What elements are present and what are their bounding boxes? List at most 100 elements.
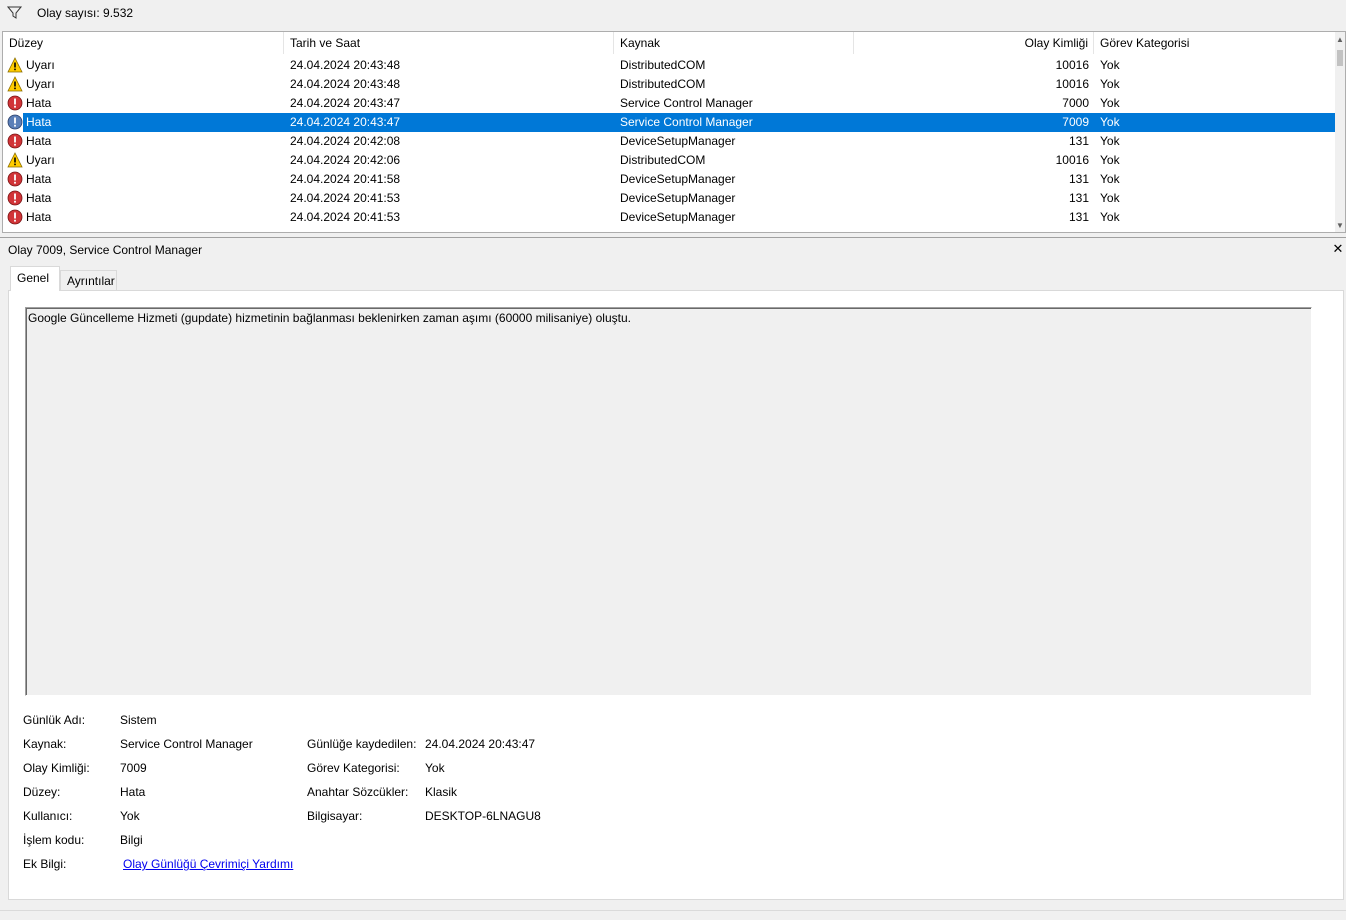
- cell-event-id: 10016: [1055, 58, 1089, 72]
- logged-value: 24.04.2024 20:43:47: [425, 737, 536, 751]
- cell-event-id: 7009: [1062, 115, 1089, 129]
- cell-source: DeviceSetupManager: [620, 172, 736, 186]
- cell-category: Yok: [1100, 134, 1120, 148]
- warning-icon: [7, 57, 23, 73]
- more-info-label: Ek Bilgi:: [23, 857, 67, 871]
- table-row[interactable]: Hata 24.04.2024 20:43:47 Service Control M…: [3, 113, 1337, 132]
- warning-icon: [7, 152, 23, 168]
- event-message: Google Güncelleme Hizmeti (gupdate) hizm…: [28, 311, 631, 325]
- column-header-event-id[interactable]: Olay Kimliği: [854, 32, 1094, 54]
- message-box[interactable]: [25, 307, 1312, 696]
- scroll-up-icon[interactable]: ▲: [1336, 36, 1344, 44]
- table-row[interactable]: Uyarı 24.04.2024 20:43:48 DistributedCOM 10…: [3, 56, 1337, 75]
- tab-general[interactable]: Genel: [10, 266, 60, 291]
- cell-source: DistributedCOM: [620, 58, 706, 72]
- cell-level: Uyarı: [26, 58, 55, 72]
- error-icon: [7, 114, 23, 130]
- warning-icon: [7, 76, 23, 92]
- cell-source: Service Control Manager: [620, 115, 753, 129]
- cell-date: 24.04.2024 20:43:47: [290, 115, 401, 129]
- cell-event-id: 131: [1068, 210, 1089, 224]
- cell-level: Uyarı: [26, 77, 55, 91]
- cell-date: 24.04.2024 20:41:58: [290, 172, 401, 186]
- cell-level: Hata: [26, 115, 52, 129]
- close-icon[interactable]: ✕: [1332, 242, 1344, 256]
- error-icon: [7, 133, 23, 149]
- cell-category: Yok: [1100, 191, 1120, 205]
- event-id-value: 7009: [120, 761, 147, 775]
- error-icon: [7, 95, 23, 111]
- table-row[interactable]: Hata 24.04.2024 20:42:08 DeviceSetupManage…: [3, 132, 1337, 151]
- error-icon: [7, 171, 23, 187]
- cell-level: Uyarı: [26, 153, 55, 167]
- scroll-down-icon[interactable]: ▼: [1336, 222, 1344, 230]
- computer-value: DESKTOP-6LNAGU8: [425, 809, 541, 823]
- cell-event-id: 10016: [1055, 77, 1089, 91]
- cell-source: DeviceSetupManager: [620, 191, 736, 205]
- cell-date: 24.04.2024 20:43:47: [290, 96, 401, 110]
- event-count: Olay sayısı: 9.532: [37, 6, 134, 20]
- cell-level: Hata: [26, 172, 52, 186]
- column-header-task-category[interactable]: Görev Kategorisi: [1094, 32, 1337, 54]
- table-row[interactable]: Hata 24.04.2024 20:41:53 DeviceSetupManage…: [3, 208, 1337, 227]
- cell-event-id: 7000: [1062, 96, 1089, 110]
- cell-event-id: 10016: [1055, 153, 1089, 167]
- scroll-thumb[interactable]: [1337, 50, 1343, 66]
- cell-category: Yok: [1100, 153, 1120, 167]
- cell-date: 24.04.2024 20:43:48: [290, 58, 401, 72]
- column-header-level[interactable]: Düzey: [3, 32, 284, 54]
- cell-source: DeviceSetupManager: [620, 210, 736, 224]
- cell-category: Yok: [1100, 115, 1120, 129]
- status-bar: [0, 910, 1346, 920]
- list-header: Düzey Tarih ve Saat Kaynak Olay Kimliği …: [3, 32, 1337, 54]
- source-value: Service Control Manager: [120, 737, 253, 751]
- task-category-label: Görev Kategorisi:: [307, 761, 400, 775]
- online-help-link[interactable]: Olay Günlüğü Çevrimiçi Yardımı: [123, 857, 293, 871]
- level-label: Düzey:: [23, 785, 61, 799]
- filter-icon[interactable]: [6, 5, 23, 21]
- cell-category: Yok: [1100, 96, 1120, 110]
- cell-date: 24.04.2024 20:41:53: [290, 210, 401, 224]
- error-icon: [7, 190, 23, 206]
- cell-category: Yok: [1100, 210, 1120, 224]
- logged-label: Günlüğe kaydedilen:: [307, 737, 417, 751]
- table-row[interactable]: Hata 24.04.2024 20:41:53 DeviceSetupManage…: [3, 189, 1337, 208]
- log-name-label: Günlük Adı:: [23, 713, 86, 727]
- event-id-label: Olay Kimliği:: [23, 761, 90, 775]
- table-row[interactable]: Uyarı 24.04.2024 20:42:06 DistributedCOM 10…: [3, 151, 1337, 170]
- source-label: Kaynak:: [23, 737, 67, 751]
- cell-source: DistributedCOM: [620, 77, 706, 91]
- cell-level: Hata: [26, 134, 52, 148]
- computer-label: Bilgisayar:: [307, 809, 363, 823]
- table-row[interactable]: Uyarı 24.04.2024 20:43:48 DistributedCOM 10…: [3, 75, 1337, 94]
- log-name-value: Sistem: [120, 713, 157, 727]
- event-list[interactable]: Düzey Tarih ve Saat Kaynak Olay Kimliği …: [2, 31, 1346, 233]
- column-header-source[interactable]: Kaynak: [614, 32, 854, 54]
- cell-category: Yok: [1100, 172, 1120, 186]
- list-scrollbar[interactable]: ▲ ▼: [1335, 32, 1345, 232]
- error-icon: [7, 209, 23, 225]
- cell-event-id: 131: [1068, 172, 1089, 186]
- filter-bar: Olay sayısı: 9.532: [0, 0, 1346, 30]
- pane-splitter[interactable]: [0, 234, 1346, 238]
- cell-date: 24.04.2024 20:41:53: [290, 191, 401, 205]
- cell-event-id: 131: [1068, 134, 1089, 148]
- cell-date: 24.04.2024 20:43:48: [290, 77, 401, 91]
- table-row[interactable]: Hata 24.04.2024 20:43:47 Service Control M…: [3, 94, 1337, 113]
- details-title: Olay 7009, Service Control Manager: [8, 243, 203, 257]
- level-value: Hata: [120, 785, 146, 799]
- cell-level: Hata: [26, 210, 52, 224]
- keywords-value: Klasik: [425, 785, 458, 799]
- cell-category: Yok: [1100, 58, 1120, 72]
- column-header-date[interactable]: Tarih ve Saat: [284, 32, 614, 54]
- user-label: Kullanıcı:: [23, 809, 73, 823]
- cell-date: 24.04.2024 20:42:06: [290, 153, 401, 167]
- cell-level: Hata: [26, 96, 52, 110]
- cell-date: 24.04.2024 20:42:08: [290, 134, 401, 148]
- opcode-label: İşlem kodu:: [23, 833, 85, 847]
- tab-details[interactable]: Ayrıntılar: [60, 270, 117, 290]
- cell-level: Hata: [26, 191, 52, 205]
- cell-category: Yok: [1100, 77, 1120, 91]
- table-row[interactable]: Hata 24.04.2024 20:41:58 DeviceSetupManage…: [3, 170, 1337, 189]
- cell-event-id: 131: [1068, 191, 1089, 205]
